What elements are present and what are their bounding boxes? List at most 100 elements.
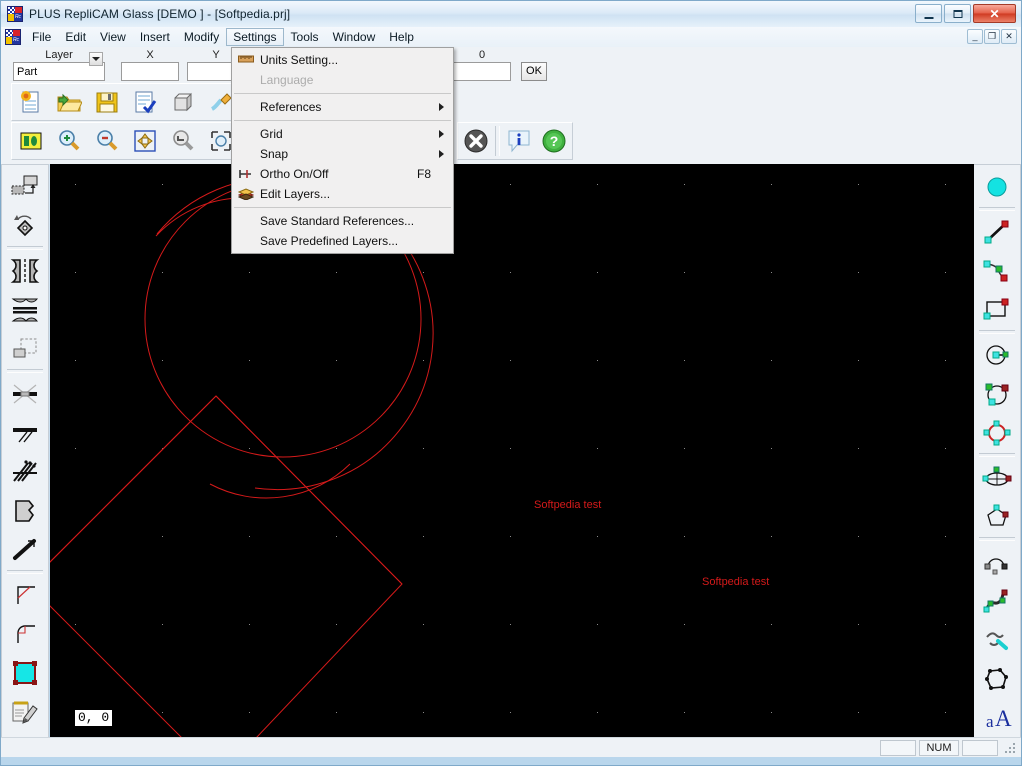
property-bar: Layer X Y 0 OK xyxy=(13,49,105,87)
ortho-icon xyxy=(238,167,254,181)
menu-item-save-predefined-layers[interactable]: Save Predefined Layers... xyxy=(232,231,453,251)
tool-corner[interactable] xyxy=(4,575,46,614)
tool-annotate[interactable] xyxy=(4,692,46,731)
menu-item-edit-layers[interactable]: Edit Layers... xyxy=(232,184,453,204)
menu-item-snap[interactable]: Snap xyxy=(232,144,453,164)
draw-arc[interactable] xyxy=(976,542,1018,581)
modify-toolbar-left xyxy=(1,164,49,741)
menu-item-save-standard-references[interactable]: Save Standard References... xyxy=(232,211,453,231)
toolbar-separator xyxy=(979,453,1015,457)
submenu-arrow-icon xyxy=(439,130,444,138)
toolbar-separator xyxy=(979,537,1015,541)
tool-chamfer-line[interactable] xyxy=(4,530,46,569)
draw-freehand[interactable] xyxy=(976,620,1018,659)
submenu-arrow-icon xyxy=(439,150,444,158)
draw-closed-shape[interactable] xyxy=(976,659,1018,698)
replicam-app-icon: Rc xyxy=(7,6,23,22)
menu-view[interactable]: View xyxy=(93,28,133,46)
toolbar-separator xyxy=(979,330,1015,334)
draw-circle-nodes[interactable] xyxy=(976,413,1018,452)
info-button[interactable] xyxy=(502,123,537,159)
zoom-out-button[interactable] xyxy=(88,123,126,159)
minimize-button[interactable] xyxy=(915,4,942,23)
geometry-line-right xyxy=(216,396,402,584)
draw-polyline[interactable] xyxy=(976,251,1018,290)
maximize-button[interactable] xyxy=(944,4,971,23)
window-title: PLUS RepliCAM Glass [DEMO ] - [Softpedia… xyxy=(29,7,290,21)
menu-help[interactable]: Help xyxy=(382,28,421,46)
svg-text:A: A xyxy=(995,706,1012,731)
view-toolbar xyxy=(11,122,263,160)
menu-item-label: Save Standard References... xyxy=(260,214,414,228)
menu-settings[interactable]: Settings xyxy=(226,28,283,46)
mdi-close-button[interactable]: ✕ xyxy=(1001,29,1017,44)
grid-dots xyxy=(75,184,946,713)
svg-text:a: a xyxy=(986,712,994,731)
toolbar-separator xyxy=(979,207,1015,211)
menu-item-ortho-on-off[interactable]: Ortho On/Off F8 xyxy=(232,164,453,184)
zoom-in-button[interactable] xyxy=(50,123,88,159)
drawing-canvas[interactable]: Softpedia test Softpedia test 0, 0 xyxy=(50,164,974,741)
mdi-minimize-button[interactable]: _ xyxy=(967,29,983,44)
menu-separator xyxy=(234,120,451,121)
tool-mirror-h[interactable] xyxy=(4,290,46,329)
menu-window[interactable]: Window xyxy=(326,28,383,46)
chevron-down-icon[interactable] xyxy=(89,52,103,66)
draw-polygon[interactable] xyxy=(976,497,1018,536)
toolbar-area: Layer X Y 0 OK xyxy=(1,47,1021,164)
draw-spline[interactable] xyxy=(976,581,1018,620)
tool-select-fill[interactable] xyxy=(4,653,46,692)
tool-fillet[interactable] xyxy=(4,614,46,653)
menu-file[interactable]: File xyxy=(25,28,58,46)
resize-grip-icon[interactable] xyxy=(1003,741,1017,755)
draw-rectangle[interactable] xyxy=(976,290,1018,329)
tool-trim[interactable] xyxy=(4,374,46,413)
new-file-button[interactable] xyxy=(12,84,50,120)
layer-combo[interactable]: Layer xyxy=(13,49,105,81)
menu-item-label: Snap xyxy=(260,147,288,161)
window-controls: ✕ xyxy=(915,4,1016,23)
title-bar: Rc PLUS RepliCAM Glass [DEMO ] - [Softpe… xyxy=(1,1,1021,27)
print-button[interactable] xyxy=(164,84,202,120)
open-file-button[interactable] xyxy=(50,84,88,120)
cancel-button[interactable] xyxy=(458,123,493,159)
geometry-diamond xyxy=(50,396,402,741)
menu-insert[interactable]: Insert xyxy=(133,28,177,46)
menu-item-references[interactable]: References xyxy=(232,97,453,117)
tool-offset[interactable] xyxy=(4,329,46,368)
menu-item-units-setting[interactable]: Units Setting... xyxy=(232,50,453,70)
menu-modify[interactable]: Modify xyxy=(177,28,226,46)
zoom-previous-button[interactable] xyxy=(164,123,202,159)
tool-move[interactable] xyxy=(4,167,46,206)
mdi-restore-button[interactable]: ❐ xyxy=(984,29,1000,44)
tool-shape-edit[interactable] xyxy=(4,491,46,530)
ok-button[interactable]: OK xyxy=(521,62,547,81)
draw-circle-2pt[interactable] xyxy=(976,374,1018,413)
menu-tools[interactable]: Tools xyxy=(284,28,326,46)
draw-point[interactable] xyxy=(976,167,1018,206)
menu-item-accelerator: F8 xyxy=(417,167,431,181)
help-button[interactable]: ? xyxy=(537,123,572,159)
draw-line[interactable] xyxy=(976,212,1018,251)
tool-rotate[interactable] xyxy=(4,206,46,245)
close-button[interactable]: ✕ xyxy=(973,4,1016,23)
coordinate-display: 0, 0 xyxy=(74,709,113,727)
tool-break[interactable] xyxy=(4,413,46,452)
angle-input[interactable] xyxy=(453,62,511,81)
canvas-text-label-2: Softpedia test xyxy=(702,576,769,588)
settings-dropdown-menu: Units Setting... Language References Gri… xyxy=(231,47,454,254)
zoom-extents-button[interactable] xyxy=(126,123,164,159)
draw-circle-center[interactable] xyxy=(976,335,1018,374)
tool-explode[interactable] xyxy=(4,452,46,491)
check-file-button[interactable] xyxy=(126,84,164,120)
menu-item-grid[interactable]: Grid xyxy=(232,124,453,144)
draw-text[interactable]: a A xyxy=(976,698,1018,737)
menu-edit[interactable]: Edit xyxy=(58,28,93,46)
layer-color-button[interactable] xyxy=(12,123,50,159)
draw-ellipse[interactable] xyxy=(976,458,1018,497)
save-file-button[interactable] xyxy=(88,84,126,120)
tool-mirror-v[interactable] xyxy=(4,251,46,290)
status-bar: NUM xyxy=(1,737,1021,757)
toolbar-separator xyxy=(7,246,43,250)
x-input[interactable] xyxy=(121,62,179,81)
